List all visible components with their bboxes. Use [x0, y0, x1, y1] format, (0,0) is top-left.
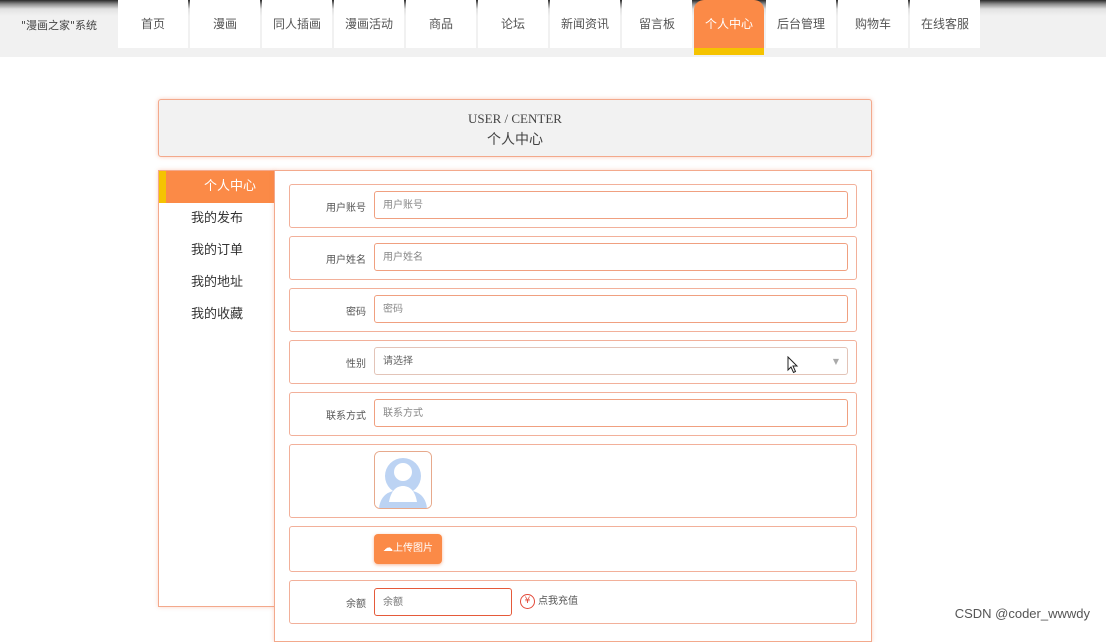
balance-input[interactable] — [374, 588, 512, 616]
form-row-password: 密码 — [289, 288, 857, 332]
account-input[interactable] — [374, 191, 848, 219]
name-input[interactable] — [374, 243, 848, 271]
sidebar-item-user-center[interactable]: 个人中心 — [159, 171, 275, 203]
sidebar-item-my-posts[interactable]: 我的发布 — [159, 203, 275, 235]
nav-admin[interactable]: 后台管理 — [766, 0, 836, 48]
nav-online-service[interactable]: 在线客服 — [910, 0, 980, 48]
nav-comic-events[interactable]: 漫画活动 — [334, 0, 404, 48]
watermark: CSDN @coder_wwwdy — [954, 606, 1090, 621]
balance-label: 余额 — [346, 599, 366, 610]
account-label: 用户账号 — [326, 203, 366, 214]
yen-icon: ¥ — [520, 593, 535, 609]
upload-image-button[interactable]: ☁上传图片 — [374, 534, 442, 564]
name-label: 用户姓名 — [326, 255, 366, 266]
avatar-placeholder-icon — [375, 452, 431, 508]
top-navbar: "漫画之家"系统 首页 漫画 同人插画 漫画活动 商品 论坛 新闻资讯 留言板 … — [0, 0, 1106, 57]
mouse-pointer-icon — [787, 356, 799, 374]
main-nav: 首页 漫画 同人插画 漫画活动 商品 论坛 新闻资讯 留言板 个人中心 后台管理… — [118, 0, 982, 55]
gender-label: 性别 — [346, 359, 366, 370]
avatar — [374, 451, 432, 509]
form-row-upload: ☁上传图片 — [289, 526, 857, 572]
nav-products[interactable]: 商品 — [406, 0, 476, 48]
page-title-card: USER / CENTER 个人中心 — [158, 99, 872, 157]
recharge-label: 点我充值 — [538, 596, 578, 607]
nav-comics[interactable]: 漫画 — [190, 0, 260, 48]
form-row-gender: 性别 请选择 ▼ — [289, 340, 857, 384]
nav-forum[interactable]: 论坛 — [478, 0, 548, 48]
gender-select[interactable]: 请选择 ▼ — [374, 347, 848, 375]
sidebar-item-my-favorites[interactable]: 我的收藏 — [159, 299, 275, 331]
form-row-balance: 余额 ¥点我充值 — [289, 580, 857, 624]
nav-news[interactable]: 新闻资讯 — [550, 0, 620, 48]
form-row-account: 用户账号 — [289, 184, 857, 228]
contact-label: 联系方式 — [326, 411, 366, 422]
upload-image-label: 上传图片 — [393, 543, 433, 554]
form-row-name: 用户姓名 — [289, 236, 857, 280]
password-input[interactable] — [374, 295, 848, 323]
sidebar-item-my-orders[interactable]: 我的订单 — [159, 235, 275, 267]
nav-cart[interactable]: 购物车 — [838, 0, 908, 48]
sidebar-item-my-addresses[interactable]: 我的地址 — [159, 267, 275, 299]
recharge-link[interactable]: ¥ 点我充值 — [520, 589, 578, 615]
sidebar: 个人中心 我的发布 我的订单 我的地址 我的收藏 — [158, 170, 275, 607]
password-label: 密码 — [346, 307, 366, 318]
gender-select-value: 请选择 — [383, 356, 413, 367]
form-row-contact: 联系方式 — [289, 392, 857, 436]
nav-home[interactable]: 首页 — [118, 0, 188, 48]
cloud-upload-icon: ☁ — [383, 543, 393, 554]
form-row-avatar — [289, 444, 857, 518]
contact-input[interactable] — [374, 399, 848, 427]
page-title-en: USER / CENTER — [468, 111, 562, 126]
page-title: 个人中心 — [487, 132, 543, 148]
nav-message-board[interactable]: 留言板 — [622, 0, 692, 48]
nav-fan-art[interactable]: 同人插画 — [262, 0, 332, 48]
profile-form: 用户账号 用户姓名 密码 性别 请选择 ▼ 联系方式 — [274, 170, 872, 642]
chevron-down-icon: ▼ — [832, 357, 839, 366]
nav-user-center[interactable]: 个人中心 — [694, 0, 764, 55]
brand-title: "漫画之家"系统 — [20, 19, 98, 32]
